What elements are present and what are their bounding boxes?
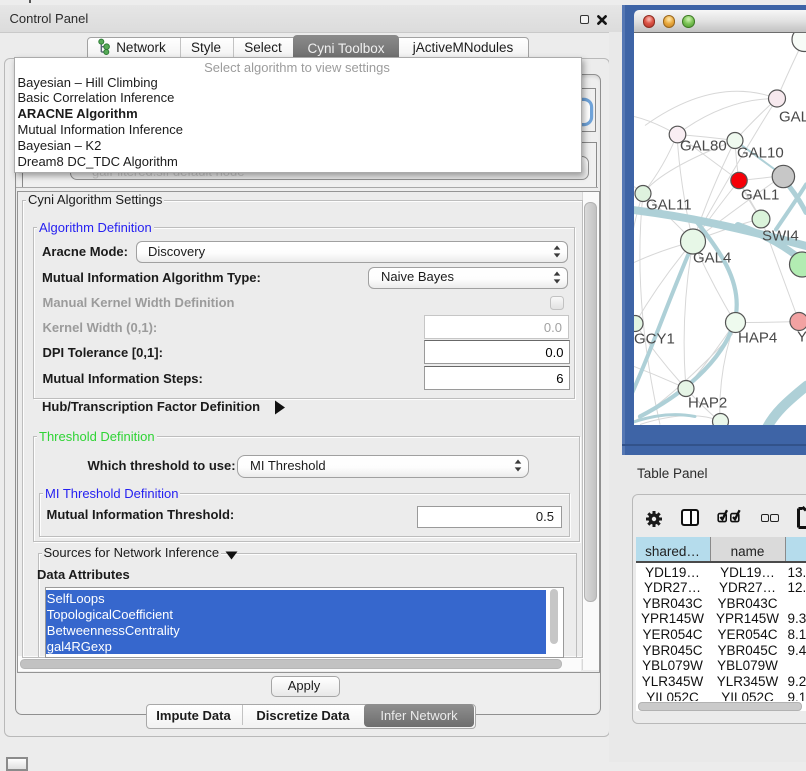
svg-text:HAP2: HAP2	[688, 394, 727, 411]
svg-text:GAL1: GAL1	[741, 186, 779, 203]
svg-text:GAL: GAL	[779, 108, 806, 125]
svg-text:GAL10: GAL10	[737, 144, 784, 161]
svg-text:Y: Y	[797, 328, 806, 345]
svg-text:GAL4: GAL4	[693, 249, 731, 266]
svg-text:GCY1: GCY1	[634, 330, 675, 347]
svg-text:SWI4: SWI4	[762, 227, 799, 244]
svg-text:HAP4: HAP4	[738, 329, 777, 346]
svg-text:GAL80: GAL80	[680, 137, 727, 154]
svg-text:GAL11: GAL11	[646, 196, 692, 213]
